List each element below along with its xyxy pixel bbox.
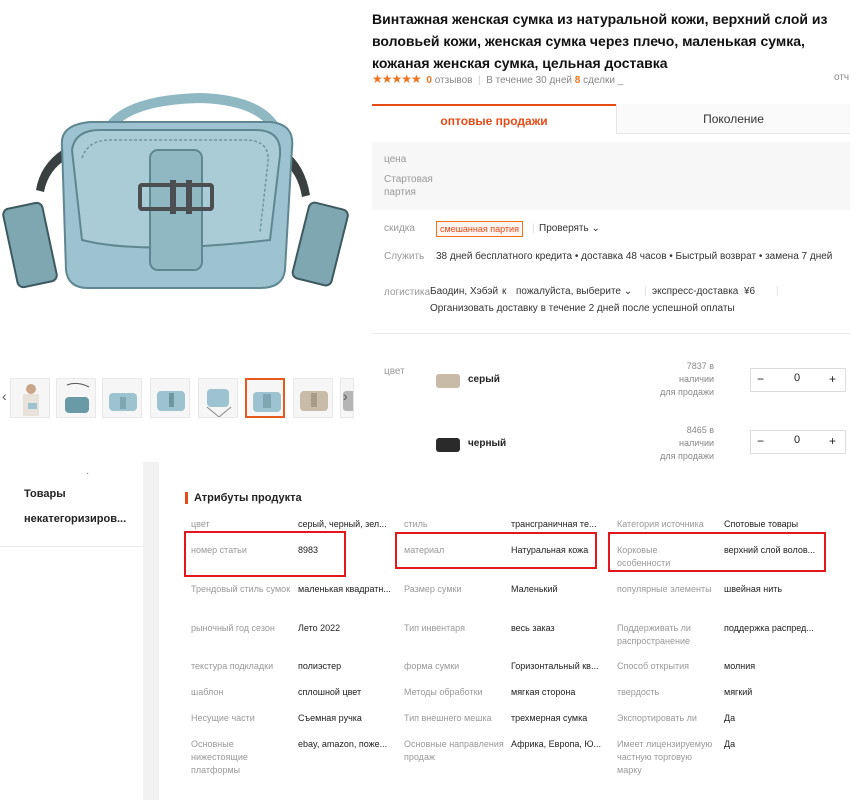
sale-tabs: оптовые продажи Поколение <box>372 104 850 134</box>
service-row: Служить 38 дней бесплатного кредита • до… <box>372 250 850 266</box>
logistics-origin: Баодин, Хэбэй <box>430 286 499 297</box>
rating-row: ★★★★★ 0 отзывов | В течение 30 дней 8 сд… <box>372 72 850 86</box>
reviews-count[interactable]: 0 <box>426 75 432 86</box>
batch-label-line1: Стартовая <box>384 174 433 185</box>
destination-label: пожалуйста, выберите <box>516 286 621 297</box>
product-title: Винтажная женская сумка из натуральной к… <box>372 11 828 71</box>
sidebar-item-uncategorized[interactable]: некатегоризиров... <box>24 513 126 525</box>
section-gap <box>143 462 159 800</box>
thumbnail-5[interactable] <box>198 378 238 418</box>
thumbnail-2[interactable] <box>56 378 96 418</box>
reviews-label[interactable]: отзывов <box>435 75 473 86</box>
deals-count: 8 <box>574 75 581 86</box>
mixed-batch-badge: смешанная партия <box>436 221 523 237</box>
sidebar-dot: · <box>86 468 90 479</box>
sku-name: черный <box>468 438 507 449</box>
sku-stock-line2: наличии <box>679 438 714 448</box>
quantity-value[interactable]: 0 <box>794 372 800 384</box>
express-price: ¥6 <box>744 286 756 297</box>
divider <box>372 333 850 334</box>
quantity-value[interactable]: 0 <box>794 434 800 446</box>
destination-select[interactable]: пожалуйста, выберите ⌄ <box>516 286 632 297</box>
highlight-box-features <box>608 532 826 572</box>
star-rating-icon: ★★★★★ <box>372 72 422 86</box>
tab-generation[interactable]: Поколение <box>616 104 850 134</box>
sidebar-item-goods[interactable]: Товары <box>24 488 66 500</box>
check-label: Проверять <box>539 223 589 234</box>
attributes-title: Атрибуты продукта <box>185 492 302 504</box>
period-label: В течение 30 дней <box>486 75 572 86</box>
logistics-row: логистика Баодин, Хэбэй к пожалуйста, вы… <box>384 286 779 314</box>
check-dropdown[interactable]: Проверять ⌄ <box>539 223 600 234</box>
sku-stock-line2: наличии <box>679 374 714 384</box>
discount-row: скидка смешанная партия | Проверять ⌄ <box>372 221 850 239</box>
thumbnail-7[interactable] <box>293 378 333 418</box>
thumbnail-next-arrow-icon[interactable]: › <box>343 388 348 404</box>
highlight-box-article <box>184 531 346 577</box>
sku-stock: 7837 в наличии для продажи <box>642 360 714 399</box>
discount-label: скидка <box>384 223 415 234</box>
batch-label-line2: партия <box>384 187 416 198</box>
bag-illustration <box>2 92 349 289</box>
attributes-section <box>159 462 860 800</box>
highlight-box-material <box>395 532 597 569</box>
chevron-down-icon: ⌄ <box>623 286 633 297</box>
logistics-label: логистика <box>384 287 431 298</box>
thumbnail-1[interactable] <box>10 378 50 418</box>
quantity-stepper[interactable]: − 0 + <box>750 368 846 392</box>
shipping-note: Организовать доставку в течение 2 дней п… <box>430 303 735 314</box>
express-label: экспресс-доставка <box>652 286 739 297</box>
sku-stock-line1: 8465 в <box>686 425 714 435</box>
thumbnail-4[interactable] <box>150 378 190 418</box>
report-link[interactable]: отч <box>834 72 849 83</box>
thumbnail-6-active[interactable] <box>245 378 285 418</box>
service-text: 38 дней бесплатного кредита • доставка 4… <box>436 251 833 262</box>
divider <box>0 546 143 547</box>
plus-button[interactable]: + <box>829 434 836 448</box>
service-label: Служить <box>384 251 425 262</box>
sku-row-gray: серый 7837 в наличии для продажи − 0 + <box>372 356 850 408</box>
sku-stock: 8465 в наличии для продажи <box>642 424 714 463</box>
minus-button[interactable]: − <box>757 372 764 386</box>
sku-thumbnail-black[interactable] <box>436 438 460 452</box>
logistics-to: к <box>502 286 507 297</box>
sku-stock-line1: 7837 в <box>686 361 714 371</box>
chevron-down-icon: ⌄ <box>591 223 600 234</box>
tab-wholesale[interactable]: оптовые продажи <box>372 104 616 134</box>
plus-button[interactable]: + <box>829 372 836 386</box>
thumbnail-strip: ‹ › <box>0 374 368 424</box>
deals-label: сделки _ <box>583 75 624 86</box>
price-box: цена Стартовая партия <box>372 142 850 210</box>
product-main-image[interactable] <box>0 0 368 372</box>
thumbnail-3[interactable] <box>102 378 142 418</box>
sku-name: серый <box>468 374 500 385</box>
minus-button[interactable]: − <box>757 434 764 448</box>
sku-thumbnail-gray[interactable] <box>436 374 460 388</box>
sku-stock-line3: для продажи <box>660 387 714 397</box>
quantity-stepper[interactable]: − 0 + <box>750 430 846 454</box>
price-label: цена <box>384 154 407 165</box>
thumbnail-prev-arrow-icon[interactable]: ‹ <box>2 388 7 404</box>
